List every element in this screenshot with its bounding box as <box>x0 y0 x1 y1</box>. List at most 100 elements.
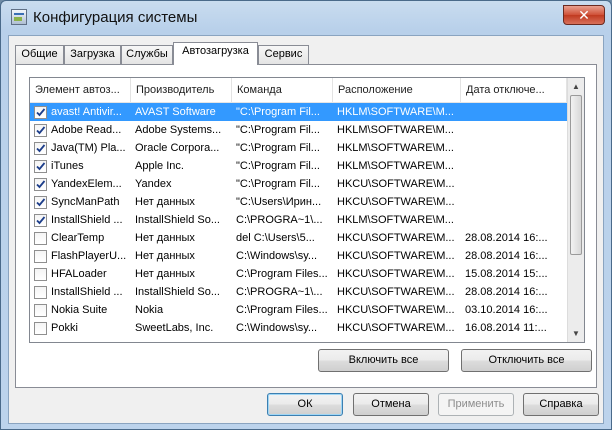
table-row[interactable]: ClearTemp Нет данных del C:\Users\5... HKCU… <box>30 229 567 247</box>
window-title: Конфигурация системы <box>33 9 198 26</box>
command-cell: "C:\Program Fil... <box>236 160 320 172</box>
manufacturer-cell: Nokia <box>135 304 164 316</box>
item-name-cell: YandexElem... <box>51 178 122 190</box>
location-cell: HKLM\SOFTWARE\M... <box>337 160 454 172</box>
table-row[interactable]: HFALoader Нет данных C:\Program Files... HK… <box>30 265 567 283</box>
command-cell: del C:\Users\5... <box>236 232 315 244</box>
manufacturer-cell: Adobe Systems... <box>135 124 222 136</box>
checkbox-unchecked[interactable] <box>34 250 47 263</box>
location-cell: HKLM\SOFTWARE\M... <box>337 106 454 118</box>
checkbox-unchecked[interactable] <box>34 268 47 281</box>
date-disabled-cell <box>465 121 565 139</box>
checkbox-checked[interactable] <box>34 106 47 119</box>
manufacturer-cell: Нет данных <box>135 232 195 244</box>
vertical-scrollbar[interactable]: ▲ ▼ <box>567 78 584 342</box>
cancel-button[interactable]: Отмена <box>353 393 429 416</box>
scroll-down-arrow-icon[interactable]: ▼ <box>568 325 584 342</box>
checkbox-checked[interactable] <box>34 142 47 155</box>
item-name-cell: Java(TM) Pla... <box>51 142 126 154</box>
vertical-scroll-thumb[interactable] <box>570 95 582 255</box>
checkbox-unchecked[interactable] <box>34 232 47 245</box>
item-name-cell: Nokia Suite <box>51 304 108 316</box>
command-cell: C:\Program Files... <box>236 268 328 280</box>
apply-button[interactable]: Применить <box>438 393 514 416</box>
command-cell: "C:\Program Fil... <box>236 142 320 154</box>
checkbox-checked[interactable] <box>34 160 47 173</box>
table-row[interactable]: iTunes Apple Inc. "C:\Program Fil... HKLM\S… <box>30 157 567 175</box>
checkbox-unchecked[interactable] <box>34 304 47 317</box>
date-disabled-cell: 15.08.2014 15:... <box>465 268 548 280</box>
date-disabled-cell <box>465 139 565 157</box>
manufacturer-cell: Нет данных <box>135 268 195 280</box>
checkbox-checked[interactable] <box>34 214 47 227</box>
checkbox-unchecked[interactable] <box>34 322 47 335</box>
location-cell: HKLM\SOFTWARE\M... <box>337 214 454 226</box>
manufacturer-cell: SweetLabs, Inc. <box>135 322 214 334</box>
manufacturer-cell: AVAST Software <box>135 106 216 118</box>
manufacturer-cell: InstallShield So... <box>135 214 220 226</box>
table-row[interactable]: Java(TM) Pla... Oracle Corpora... "C:\Prog… <box>30 139 567 157</box>
close-button[interactable]: ✕ <box>563 5 605 25</box>
location-cell: HKCU\SOFTWARE\M... <box>337 250 455 262</box>
startup-items-list[interactable]: Элемент автоз... Производитель Команда Р… <box>29 77 585 343</box>
tab-services[interactable]: Службы <box>121 45 173 64</box>
item-name-cell: HFALoader <box>51 268 107 280</box>
command-cell: "C:\Program Fil... <box>236 178 320 190</box>
manufacturer-cell: Apple Inc. <box>135 160 184 172</box>
column-header-date-disabled[interactable]: Дата отключе... <box>461 78 567 102</box>
manufacturer-cell: Нет данных <box>135 196 195 208</box>
manufacturer-cell: Yandex <box>135 178 172 190</box>
item-name-cell: Adobe Read... <box>51 124 122 136</box>
dialog-client-area: Общие Загрузка Службы Автозагрузка Серви… <box>8 35 604 424</box>
table-row[interactable]: InstallShield ... InstallShield So... C:\P… <box>30 283 567 301</box>
tab-general[interactable]: Общие <box>15 45 64 64</box>
date-disabled-cell <box>465 103 565 121</box>
column-header-manufacturer[interactable]: Производитель <box>131 78 232 102</box>
checkbox-checked[interactable] <box>34 196 47 209</box>
command-cell: "C:\Program Fil... <box>236 106 320 118</box>
tab-tools[interactable]: Сервис <box>258 45 309 64</box>
column-header-command[interactable]: Команда <box>232 78 333 102</box>
table-row[interactable]: InstallShield ... InstallShield So... C:\P… <box>30 211 567 229</box>
help-button[interactable]: Справка <box>523 393 599 416</box>
item-name-cell: FlashPlayerU... <box>51 250 127 262</box>
item-name-cell: SyncManPath <box>51 196 120 208</box>
table-row[interactable]: Nokia Suite Nokia C:\Program Files... HKCU\… <box>30 301 567 319</box>
manufacturer-cell: Нет данных <box>135 250 195 262</box>
command-cell: C:\Windows\sy... <box>236 322 318 334</box>
location-cell: HKLM\SOFTWARE\M... <box>337 124 454 136</box>
table-row[interactable]: SyncManPath Нет данных "C:\Users\Ирин... HK… <box>30 193 567 211</box>
checkbox-checked[interactable] <box>34 178 47 191</box>
table-row[interactable]: Pokki SweetLabs, Inc. C:\Windows\sy... HKCU… <box>30 319 567 337</box>
item-name-cell: Pokki <box>51 322 78 334</box>
item-name-cell: InstallShield ... <box>51 214 123 226</box>
table-row[interactable]: avast! Antivir... AVAST Software "C:\Progr… <box>30 103 567 121</box>
date-disabled-cell: 16.08.2014 11:... <box>465 322 547 334</box>
enable-all-button[interactable]: Включить все <box>318 349 449 372</box>
scroll-up-arrow-icon[interactable]: ▲ <box>568 78 584 95</box>
column-header-location[interactable]: Расположение <box>333 78 461 102</box>
tab-startup[interactable]: Автозагрузка <box>173 42 258 65</box>
date-disabled-cell <box>465 175 565 193</box>
table-row[interactable]: Adobe Read... Adobe Systems... "C:\Program… <box>30 121 567 139</box>
table-row[interactable]: FlashPlayerU... Нет данных C:\Windows\sy..… <box>30 247 567 265</box>
command-cell: "C:\Users\Ирин... <box>236 196 322 208</box>
date-disabled-cell: 03.10.2014 16:... <box>465 304 548 316</box>
disable-all-button[interactable]: Отключить все <box>461 349 592 372</box>
manufacturer-cell: Oracle Corpora... <box>135 142 220 154</box>
date-disabled-cell: 28.08.2014 16:... <box>465 286 548 298</box>
column-header-item[interactable]: Элемент автоз... <box>30 78 131 102</box>
location-cell: HKCU\SOFTWARE\M... <box>337 304 455 316</box>
date-disabled-cell <box>465 193 565 211</box>
date-disabled-cell <box>465 211 565 229</box>
title-bar[interactable]: Конфигурация системы ✕ <box>1 1 611 35</box>
checkbox-checked[interactable] <box>34 124 47 137</box>
date-disabled-cell: 28.08.2014 16:... <box>465 232 548 244</box>
ok-button[interactable]: ОК <box>267 393 343 416</box>
checkbox-unchecked[interactable] <box>34 286 47 299</box>
tab-boot[interactable]: Загрузка <box>64 45 121 64</box>
location-cell: HKCU\SOFTWARE\M... <box>337 322 455 334</box>
table-row[interactable]: YandexElem... Yandex "C:\Program Fil... HKC… <box>30 175 567 193</box>
date-disabled-cell: 28.08.2014 16:... <box>465 250 548 262</box>
location-cell: HKCU\SOFTWARE\M... <box>337 232 455 244</box>
